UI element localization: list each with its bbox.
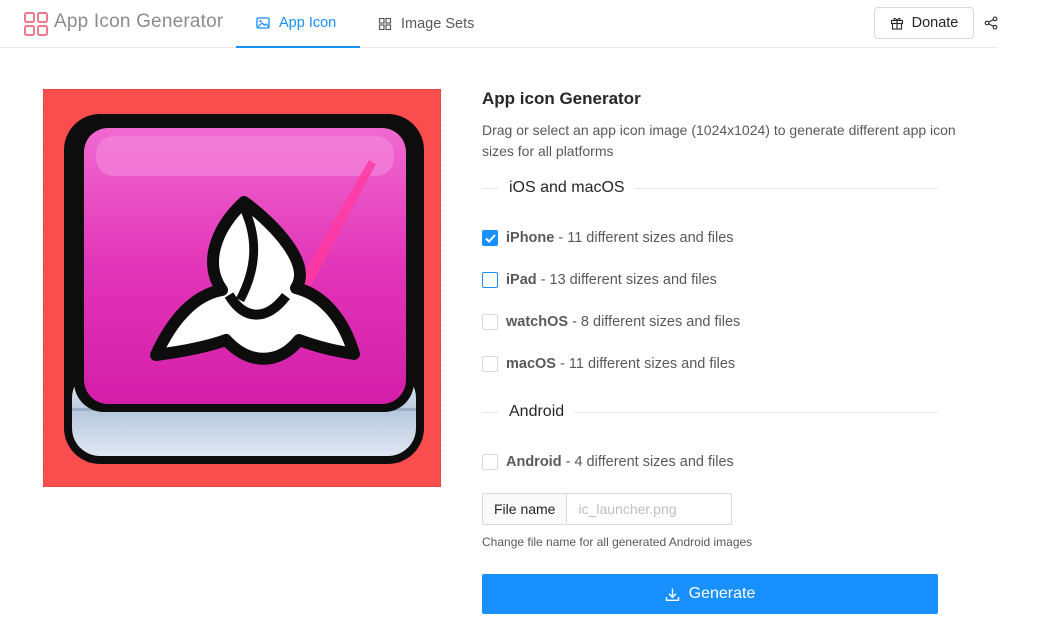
generate-button[interactable]: Generate — [482, 574, 938, 614]
macos-checkbox[interactable] — [482, 356, 498, 372]
section-heading-ios-macos: iOS and macOS — [509, 179, 625, 196]
ipad-detail: - 13 different sizes and files — [536, 272, 717, 288]
macos-label: macOS — [506, 356, 556, 372]
ipad-label: iPad — [506, 272, 537, 288]
gift-icon — [890, 17, 903, 30]
picture-icon — [256, 17, 270, 29]
share-icon[interactable] — [984, 16, 998, 30]
section-divider-ios-macos: iOS and macOS — [482, 178, 938, 198]
file-name-input[interactable] — [567, 493, 733, 525]
tab-image-sets-label: Image Sets — [401, 16, 475, 32]
iphone-detail: - 11 different sizes and files — [554, 230, 734, 246]
option-iphone[interactable]: iPhone - 11 different sizes and files — [482, 228, 734, 248]
watchos-label: watchOS — [506, 314, 569, 330]
android-detail: - 4 different sizes and files — [561, 454, 734, 470]
top-nav-bar: App Icon Generator App Icon Image Sets D… — [0, 0, 998, 48]
watchos-detail: - 8 different sizes and files — [568, 314, 741, 330]
donate-button[interactable]: Donate — [874, 7, 974, 39]
grid-icon — [378, 17, 392, 31]
option-android[interactable]: Android - 4 different sizes and files — [482, 452, 734, 472]
page-description: Drag or select an app icon image (1024x1… — [482, 122, 956, 159]
donate-label: Donate — [911, 15, 959, 31]
download-icon — [665, 588, 679, 601]
file-name-label: File name — [482, 493, 568, 525]
tab-app-icon-label: App Icon — [279, 15, 337, 31]
android-checkbox[interactable] — [482, 454, 498, 470]
ipad-checkbox[interactable] — [482, 272, 498, 288]
watchos-checkbox[interactable] — [482, 314, 498, 330]
icon-upload-dropzone[interactable] — [43, 89, 441, 487]
iphone-label: iPhone — [506, 230, 555, 246]
macos-detail: - 11 different sizes and files — [555, 356, 736, 372]
file-name-help: Change file name for all generated Andro… — [482, 535, 753, 549]
android-label: Android — [506, 454, 562, 470]
uploaded-icon-preview — [44, 90, 440, 486]
section-divider-android: Android — [482, 402, 938, 422]
app-logo-icon — [24, 12, 48, 36]
tab-app-icon[interactable]: App Icon — [236, 0, 360, 48]
option-ipad[interactable]: iPad - 13 different sizes and files — [482, 270, 717, 290]
file-name-group: File name — [482, 493, 733, 525]
section-heading-android: Android — [509, 403, 565, 420]
option-macos[interactable]: macOS - 11 different sizes and files — [482, 354, 735, 374]
app-title: App Icon Generator — [54, 11, 224, 32]
option-watchos[interactable]: watchOS - 8 different sizes and files — [482, 312, 740, 332]
checkmark-icon — [484, 233, 496, 243]
tab-image-sets[interactable]: Image Sets — [378, 0, 474, 48]
iphone-checkbox[interactable] — [482, 230, 498, 246]
page-title: App icon Generator — [482, 89, 641, 108]
generate-label: Generate — [688, 585, 756, 602]
